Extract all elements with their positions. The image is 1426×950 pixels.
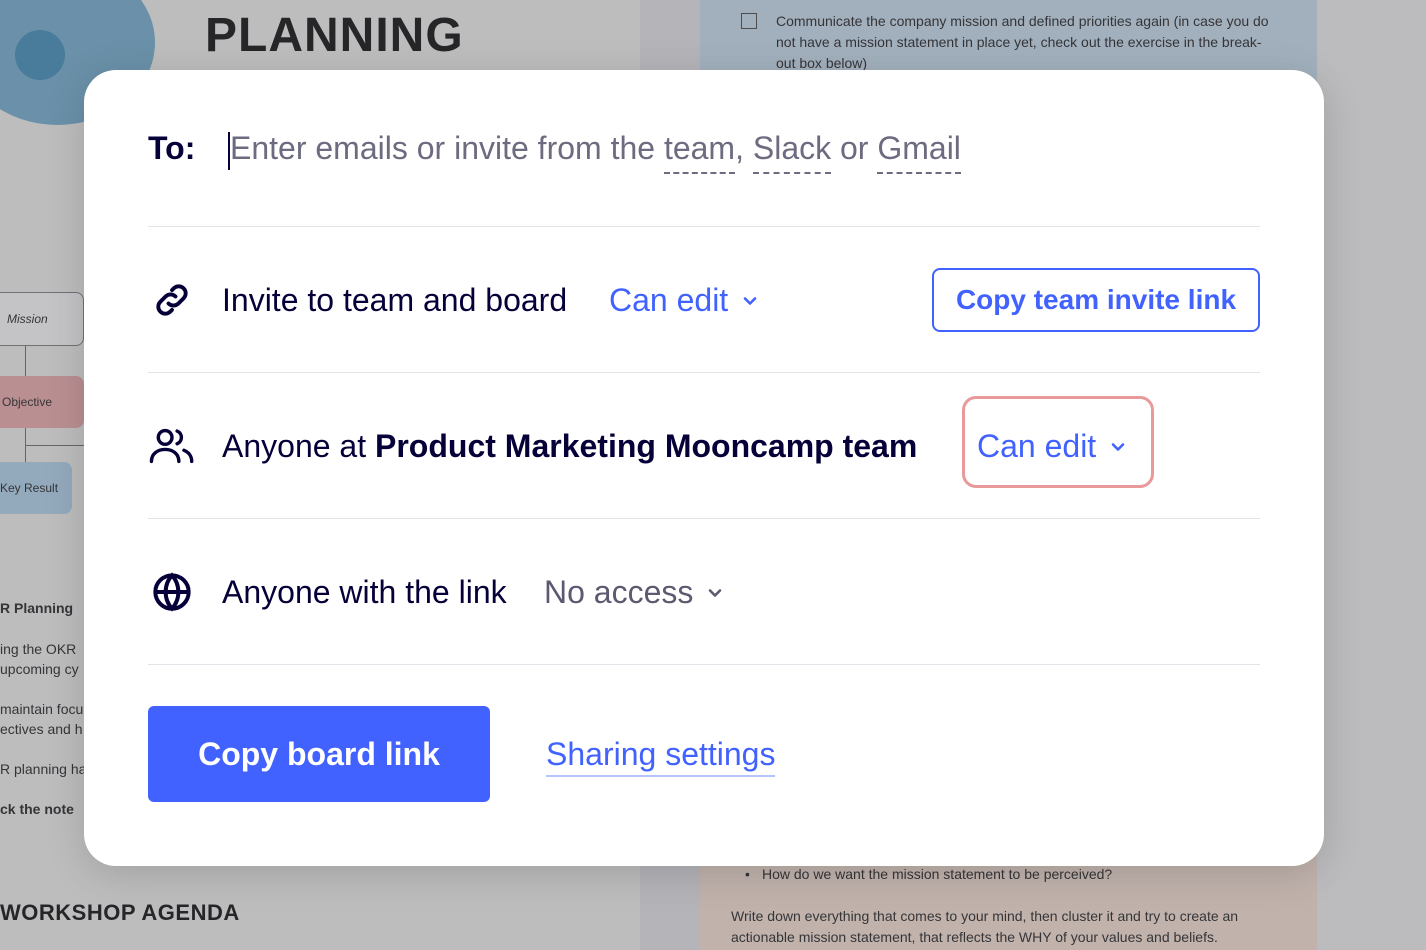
divider [148, 372, 1260, 373]
invite-permission-value: Can edit [609, 282, 729, 318]
sharing-settings-link[interactable]: Sharing settings [546, 736, 776, 777]
globe-icon [148, 568, 196, 616]
team-label-prefix: Anyone at [222, 428, 375, 464]
invite-label: Invite to team and board [222, 282, 568, 318]
copy-board-link-button[interactable]: Copy board link [148, 706, 490, 802]
team-access-label: Anyone at Product Marketing Mooncamp tea… [222, 428, 917, 465]
divider [148, 664, 1260, 665]
invite-permission-dropdown[interactable]: Can edit [609, 282, 758, 319]
users-icon [148, 422, 196, 470]
link-permission-dropdown[interactable]: No access [544, 574, 723, 611]
divider [148, 518, 1260, 519]
team-name: Product Marketing Mooncamp team [375, 428, 918, 464]
team-permission-value: Can edit [977, 428, 1097, 464]
link-permission-value: No access [544, 574, 694, 610]
team-permission-dropdown[interactable]: Can edit [977, 428, 1126, 465]
chevron-down-icon [1111, 442, 1125, 451]
chevron-down-icon [709, 588, 722, 597]
email-invite-input[interactable] [226, 126, 1128, 176]
link-icon [148, 276, 196, 324]
chevron-down-icon [743, 296, 757, 305]
copy-team-invite-link-button[interactable]: Copy team invite link [932, 268, 1260, 332]
text-caret [228, 132, 230, 170]
to-label: To: [148, 130, 196, 166]
divider [148, 226, 1260, 227]
share-modal: To: Enter emails or invite from the team… [84, 70, 1324, 866]
link-access-label: Anyone with the link [222, 574, 507, 610]
